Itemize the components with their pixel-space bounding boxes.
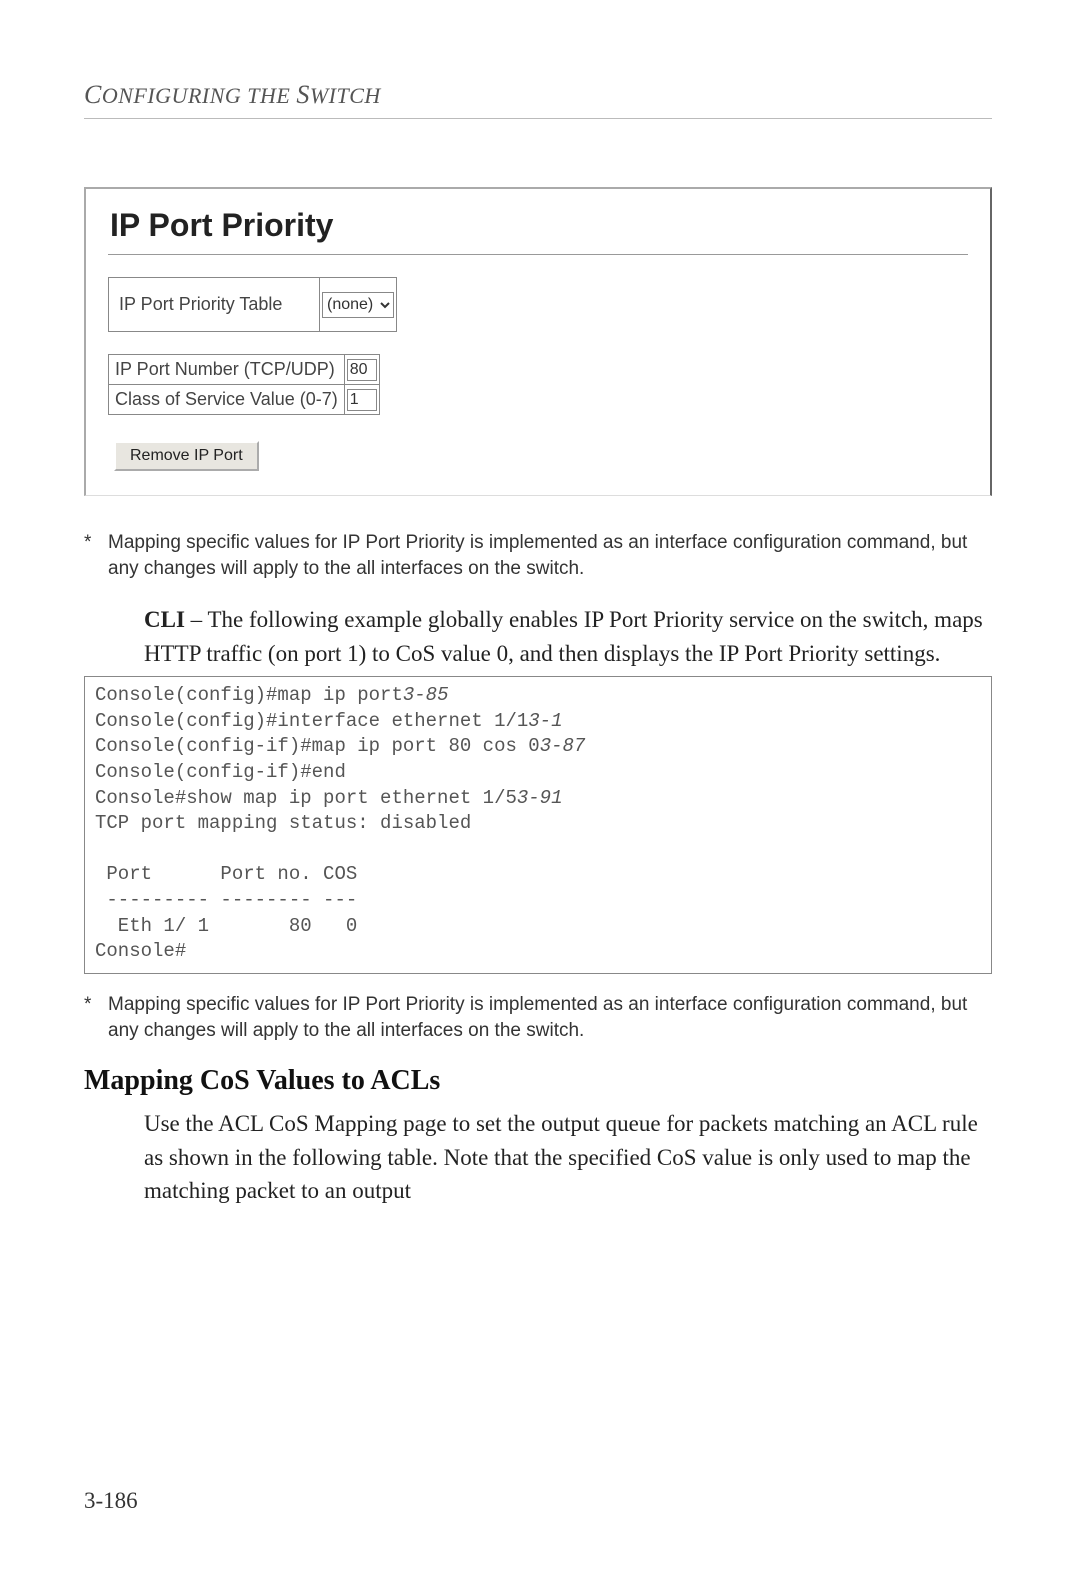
cli-text: – The following example globally enables… <box>144 607 983 665</box>
priority-table-label: IP Port Priority Table <box>109 278 320 332</box>
priority-fields: IP Port Number (TCP/UDP) Class of Servic… <box>108 354 380 415</box>
footnote-2-marker: * <box>84 992 108 1018</box>
footnote-1-marker: * <box>84 530 108 556</box>
priority-table-block: IP Port Priority Table (none) <box>108 277 397 332</box>
remove-ip-port-button[interactable]: Remove IP Port <box>114 441 259 471</box>
cli-paragraph: CLI – The following example globally ena… <box>144 603 992 670</box>
footnote-2: * Mapping specific values for IP Port Pr… <box>84 992 992 1043</box>
cos-value-input[interactable] <box>347 389 377 411</box>
panel-title-rule <box>108 254 968 255</box>
page-number: 3-186 <box>84 1488 138 1514</box>
priority-table-select[interactable]: (none) <box>322 292 394 318</box>
panel-title: IP Port Priority <box>110 207 968 244</box>
section-mapping-cos-heading: Mapping CoS Values to ACLs <box>84 1065 992 1097</box>
footnote-1: * Mapping specific values for IP Port Pr… <box>84 530 992 581</box>
cos-value-label: Class of Service Value (0-7) <box>109 385 345 415</box>
ip-port-number-input[interactable] <box>347 359 377 381</box>
ip-port-number-label: IP Port Number (TCP/UDP) <box>109 355 345 385</box>
section-mapping-cos-para: Use the ACL CoS Mapping page to set the … <box>144 1107 992 1207</box>
footnote-1-text: Mapping specific values for IP Port Prio… <box>108 530 992 581</box>
footnote-2-text: Mapping specific values for IP Port Prio… <box>108 992 992 1043</box>
page: CONFIGURING THE SWITCH IP Port Priority … <box>0 0 1080 1570</box>
priority-table-select-cell: (none) <box>320 278 397 332</box>
ip-port-priority-panel: IP Port Priority IP Port Priority Table … <box>84 187 992 496</box>
cli-output: Console(config)#map ip port3-85 Console(… <box>84 676 992 974</box>
header-rule <box>84 118 992 119</box>
cli-lead: CLI <box>144 607 185 632</box>
running-head: CONFIGURING THE SWITCH <box>84 80 992 110</box>
